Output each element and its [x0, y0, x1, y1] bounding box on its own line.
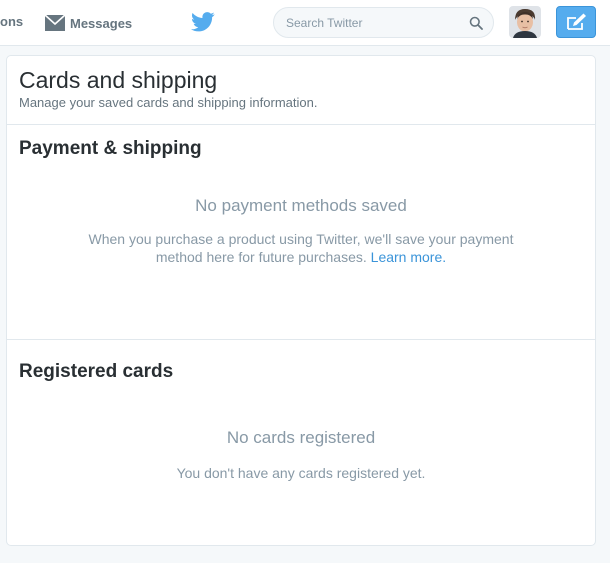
- search-icon[interactable]: [469, 16, 483, 30]
- profile-photo-icon: [509, 6, 541, 38]
- page-subtitle: Manage your saved cards and shipping inf…: [19, 95, 318, 110]
- nav-messages-label: Messages: [70, 15, 133, 31]
- search-box[interactable]: [273, 7, 494, 38]
- cards-and-shipping-panel: Cards and shipping Manage your saved car…: [6, 55, 596, 546]
- payment-section-title: Payment & shipping: [19, 138, 202, 159]
- registered-section-title: Registered cards: [19, 361, 174, 382]
- payment-empty-title: No payment methods saved: [195, 196, 407, 215]
- payment-empty-text: When you purchase a product using Twitte…: [7, 230, 595, 266]
- payment-empty-line2-wrap: method here for future purchases. Learn …: [7, 248, 595, 266]
- twitter-bird-icon[interactable]: [191, 11, 215, 33]
- registered-empty-title: No cards registered: [226, 428, 376, 447]
- avatar[interactable]: [509, 6, 541, 38]
- payment-shipping-section: Payment & shipping No payment methods sa…: [7, 125, 595, 340]
- top-navigation-bar: ons Messages: [0, 0, 610, 46]
- payment-empty-line1: When you purchase a product using Twitte…: [88, 231, 514, 247]
- search-input[interactable]: [286, 15, 469, 30]
- page-title: Cards and shipping: [19, 67, 218, 93]
- payment-empty-line2: method here for future purchases.: [155, 249, 367, 265]
- nav-messages[interactable]: Messages: [44, 12, 132, 34]
- learn-more-link[interactable]: Learn more.: [371, 249, 446, 265]
- compose-icon: [567, 13, 586, 30]
- compose-tweet-button[interactable]: [556, 6, 596, 38]
- registered-empty-text: You don't have any cards registered yet.: [176, 465, 426, 481]
- panel-header: Cards and shipping Manage your saved car…: [7, 56, 595, 125]
- nav-notifications-partial[interactable]: ons: [0, 14, 23, 29]
- envelope-icon: [44, 14, 66, 31]
- registered-cards-section: Registered cards No cards registered You…: [7, 340, 595, 482]
